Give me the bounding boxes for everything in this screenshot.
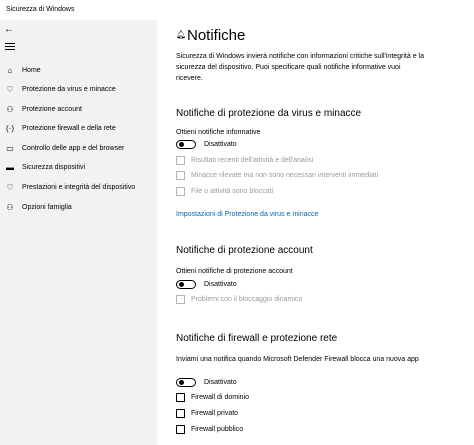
account-section-title: Notifiche di protezione account <box>176 245 313 256</box>
virus-option-label-1: Risultati recenti dell'attività e dell'a… <box>191 157 314 164</box>
sidebar-item-home[interactable]: ⌂ Home <box>0 62 157 80</box>
account-option-checkbox-1[interactable] <box>176 295 185 304</box>
virus-option-checkbox-1[interactable] <box>176 156 185 165</box>
firewall-subtitle: Inviami una notifica quando Microsoft De… <box>176 356 419 363</box>
sidebar-item-label: Controllo delle app e del browser <box>22 145 125 152</box>
sidebar-item-label: Protezione account <box>22 106 82 113</box>
sidebar-item-virus-protection[interactable]: ♡ Protezione da virus e minacce <box>0 81 157 99</box>
firewall-notifications-toggle[interactable] <box>176 378 196 387</box>
sidebar: ← ⌂ Home ♡ Protezione da virus e minacce… <box>0 20 157 445</box>
heart-icon: ♡ <box>6 183 14 192</box>
sidebar-item-app-browser[interactable]: ▭ Controllo delle app e del browser <box>0 140 157 158</box>
browser-icon: ▭ <box>6 144 14 153</box>
sidebar-item-firewall[interactable]: (·) Protezione firewall e della rete <box>0 120 157 138</box>
account-subtitle: Ottieni notifiche di protezione account <box>176 268 293 275</box>
sidebar-item-label: Sicurezza dispositivi <box>22 164 86 171</box>
firewall-option-checkbox-1[interactable] <box>176 393 185 402</box>
family-icon: ⚇ <box>6 203 14 212</box>
main-content: 🔔︎ Notifiche Sicurezza di Windows invier… <box>157 20 474 445</box>
firewall-option-checkbox-2[interactable] <box>176 409 185 418</box>
virus-subtitle: Ottieni notifiche informative <box>176 129 261 136</box>
page-description: Sicurezza di Windows invierà notifiche c… <box>176 53 425 82</box>
virus-option-checkbox-2[interactable] <box>176 171 185 180</box>
window-title: Sicurezza di Windows <box>6 6 75 13</box>
virus-notifications-toggle[interactable] <box>176 140 196 149</box>
sidebar-item-performance-health[interactable]: ♡ Prestazioni e integrità del dispositiv… <box>0 179 157 197</box>
virus-option-checkbox-3[interactable] <box>176 187 185 196</box>
hamburger-menu-icon[interactable] <box>5 43 15 51</box>
virus-section-title: Notifiche di protezione da virus e minac… <box>176 108 362 119</box>
back-arrow-icon[interactable]: ← <box>4 24 18 36</box>
shield-icon: ♡ <box>6 85 14 94</box>
virus-option-label-3: File o attività sono bloccati <box>191 188 274 195</box>
account-option-label-1: Problemi con il bloccaggio dinamico <box>191 296 303 303</box>
account-toggle-state: Disattivato <box>204 281 237 288</box>
firewall-option-label-3: Firewall pubblico <box>191 426 244 433</box>
sidebar-item-account-protection[interactable]: ⚇ Protezione account <box>0 101 157 119</box>
sidebar-item-device-security[interactable]: ▬ Sicurezza dispositivi <box>0 159 157 177</box>
sidebar-item-label: Home <box>22 67 41 74</box>
virus-settings-link[interactable]: Impostazioni di Protezione da virus e mi… <box>176 210 318 220</box>
bell-icon: 🔔︎ <box>176 30 187 39</box>
person-icon: ⚇ <box>6 105 14 114</box>
page-title: Notifiche <box>187 27 246 44</box>
sidebar-item-label: Protezione da virus e minacce <box>22 86 116 93</box>
home-icon: ⌂ <box>7 66 13 75</box>
account-notifications-toggle[interactable] <box>176 280 196 289</box>
laptop-icon: ▬ <box>6 163 14 172</box>
sidebar-item-label: Protezione firewall e della rete <box>22 125 116 132</box>
wifi-icon: (·) <box>6 124 14 133</box>
firewall-section-title: Notifiche di firewall e protezione rete <box>176 333 338 344</box>
firewall-option-label-1: Firewall di dominio <box>191 394 249 401</box>
sidebar-item-family-options[interactable]: ⚇ Opzioni famiglia <box>0 199 157 217</box>
firewall-option-label-2: Firewall privato <box>191 410 239 417</box>
virus-toggle-state: Disattivato <box>204 141 237 148</box>
sidebar-item-label: Opzioni famiglia <box>22 204 72 211</box>
firewall-toggle-state: Disattivato <box>204 379 237 386</box>
virus-option-label-2: Minacce rilevate ma non sono necessari i… <box>191 172 379 179</box>
firewall-option-checkbox-3[interactable] <box>176 425 185 434</box>
sidebar-item-label: Prestazioni e integrità del dispositivo <box>22 184 136 191</box>
